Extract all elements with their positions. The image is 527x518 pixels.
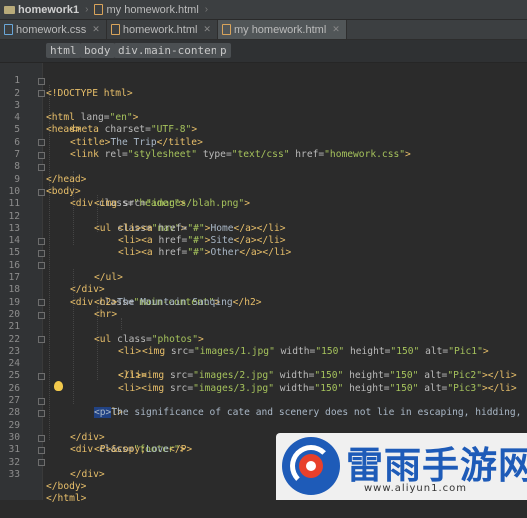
lightbulb-icon[interactable] bbox=[54, 381, 63, 391]
html-file-icon bbox=[94, 4, 104, 15]
tab-homework-html[interactable]: homework.html ✕ bbox=[106, 20, 218, 39]
code-line: 13 <li><a href="#">Site</a></li> bbox=[0, 211, 527, 246]
line-number: 33 bbox=[8, 468, 20, 480]
fold-marker[interactable] bbox=[38, 397, 45, 405]
tag-crumb-main-content[interactable]: div.main-content bbox=[114, 43, 228, 58]
code-line: 10 <img src="images/blah.png"> bbox=[0, 174, 527, 209]
close-icon[interactable]: ✕ bbox=[203, 24, 211, 35]
tag-token: </body> bbox=[46, 481, 87, 493]
fold-marker[interactable] bbox=[38, 262, 45, 270]
fold-marker[interactable] bbox=[38, 459, 45, 467]
code-line: 26 </ul> bbox=[0, 371, 527, 418]
tag-crumb-p[interactable]: p bbox=[216, 43, 231, 58]
tag-crumb-body[interactable]: body bbox=[80, 43, 115, 58]
fold-marker[interactable] bbox=[38, 446, 45, 454]
code-line: 3 <head> bbox=[0, 88, 527, 135]
tab-my-homework-html[interactable]: my homework.html ✕ bbox=[217, 20, 347, 39]
code-line: 27 <p>The significance of cate and scene… bbox=[0, 383, 527, 419]
code-line: 25 <li><img src="images/3.jpg" width="15… bbox=[0, 358, 527, 393]
code-line: 15 </ul> bbox=[0, 235, 527, 283]
navigation-bar: homework1 › my homework.html › bbox=[0, 0, 527, 20]
close-icon[interactable]: ✕ bbox=[92, 24, 100, 35]
project-name: homework1 bbox=[18, 3, 80, 16]
fold-marker[interactable] bbox=[38, 237, 45, 245]
tab-homework-css[interactable]: homework.css ✕ bbox=[0, 20, 107, 39]
code-line: 4 <meta charset="UTF-8"> bbox=[0, 100, 527, 135]
code-line: 23 </li> bbox=[0, 334, 527, 381]
code-line: 17 <div class="main-content"> bbox=[0, 260, 527, 308]
tag-token: </html> bbox=[46, 493, 87, 505]
code-line: 1 <!DOCTYPE html> bbox=[0, 63, 527, 98]
code-line: 28 </div> bbox=[0, 395, 527, 443]
code-text: </div> bbox=[70, 469, 105, 481]
fold-marker[interactable] bbox=[38, 434, 45, 442]
code-line: 9 <div class="header"> bbox=[0, 161, 527, 209]
file-name: my homework.html bbox=[106, 3, 199, 16]
chevron-right-icon: › bbox=[85, 4, 89, 15]
fold-marker[interactable] bbox=[38, 77, 45, 85]
fold-marker[interactable] bbox=[38, 311, 45, 319]
code-line: 29 <div class="footer"> bbox=[0, 407, 527, 455]
folder-icon bbox=[4, 5, 15, 14]
code-line: 20 <ul class="photos"> bbox=[0, 297, 527, 345]
watermark-url: www.aliyun1.com bbox=[364, 483, 467, 494]
code-line: 14 <li><a href="#">Other</a></li> bbox=[0, 223, 527, 258]
watermark-title: 雷雨手游网 bbox=[346, 444, 527, 487]
code-line: 30 <P>&copy;Love</P> bbox=[0, 420, 527, 455]
code-line: 21 <li> bbox=[0, 309, 527, 357]
close-icon[interactable]: ✕ bbox=[332, 24, 340, 35]
watermark-logo-icon bbox=[282, 437, 340, 495]
tag-token: </div> bbox=[70, 468, 105, 480]
fold-marker[interactable] bbox=[38, 90, 45, 98]
code-line: 6 <link rel="stylesheet" type="text/css"… bbox=[0, 125, 527, 160]
chevron-right-icon: › bbox=[204, 4, 209, 15]
fold-marker[interactable] bbox=[38, 163, 45, 171]
tab-label: homework.html bbox=[122, 23, 198, 36]
tab-label: homework.css bbox=[16, 23, 87, 36]
fold-marker[interactable] bbox=[38, 139, 45, 147]
html-file-icon bbox=[110, 24, 120, 35]
breadcrumb-file[interactable]: my homework.html bbox=[90, 0, 202, 19]
fold-marker[interactable] bbox=[38, 409, 45, 417]
code-line: 5 <title>The Trip</title> bbox=[0, 112, 527, 147]
fold-marker[interactable] bbox=[38, 299, 45, 307]
code-line: 22 <img src="images/1.jpg" width="150" h… bbox=[0, 321, 527, 357]
fold-marker[interactable] bbox=[38, 250, 45, 257]
css-file-icon bbox=[4, 24, 13, 35]
fold-marker[interactable] bbox=[38, 151, 45, 159]
code-line: 18 <h2>The Mountain Sanqing</h2> bbox=[0, 272, 527, 307]
code-text: </body> bbox=[46, 481, 86, 493]
code-line: 16 </div> bbox=[0, 248, 527, 295]
code-line: 8 <body> bbox=[0, 149, 527, 197]
breadcrumb-project[interactable]: homework1 bbox=[0, 0, 83, 19]
code-line: 11 <ul class="nav"> bbox=[0, 186, 527, 234]
code-line: 24 <li><img src="images/2.jpg" width="15… bbox=[0, 346, 527, 381]
code-line: 19 <hr> bbox=[0, 284, 527, 320]
code-line: 12 <li><a href="#">Home</a></li> bbox=[0, 198, 527, 234]
html-file-icon bbox=[221, 24, 231, 35]
fold-marker[interactable] bbox=[38, 188, 45, 196]
tag-breadcrumb: html body div.main-content p bbox=[0, 40, 527, 63]
editor-tabs: homework.css ✕ homework.html ✕ my homewo… bbox=[0, 20, 527, 40]
tag-crumb-html[interactable]: html bbox=[46, 43, 81, 58]
fold-marker[interactable] bbox=[38, 373, 45, 380]
fold-marker[interactable] bbox=[38, 336, 45, 344]
tab-label: my homework.html bbox=[233, 23, 327, 36]
watermark: 雷雨手游网 www.aliyun1.com bbox=[276, 433, 527, 500]
code-line: 2 <html lang="en"> bbox=[0, 75, 527, 123]
code-line: 7 </head> bbox=[0, 137, 527, 185]
